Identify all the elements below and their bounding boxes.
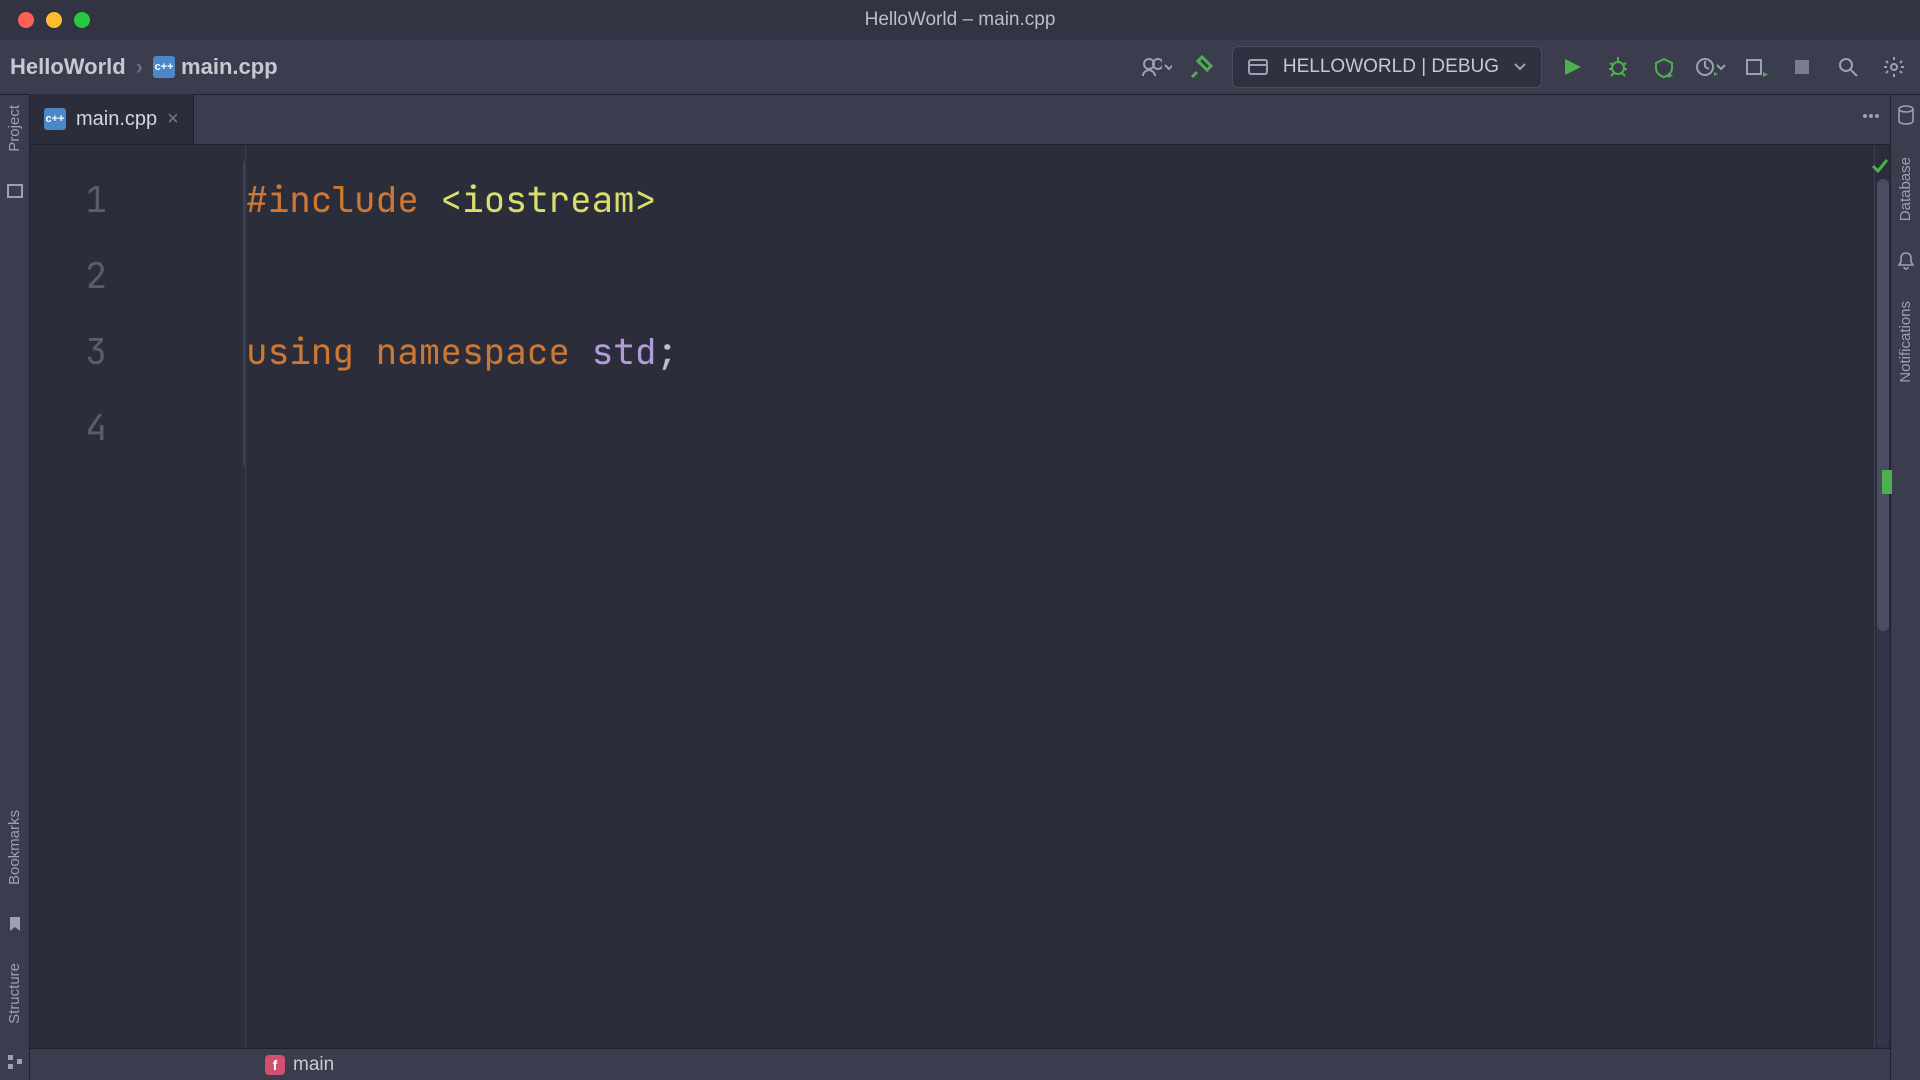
token-plain: ; [656, 327, 678, 375]
cpp-file-icon: c++ [153, 56, 175, 78]
chevron-down-icon [1513, 60, 1527, 74]
attach-button[interactable] [1740, 51, 1772, 83]
toolbar: HelloWorld › c++ main.cpp HELLOWORLD | D… [0, 40, 1920, 95]
inspection-ok-icon[interactable] [1869, 155, 1891, 182]
code-with-me-button[interactable] [1140, 51, 1172, 83]
tool-structure[interactable]: Structure [6, 963, 23, 1024]
structure-icon[interactable] [7, 1054, 23, 1070]
editor[interactable]: 1 2 3 4 #include <iostream> using namespace … [30, 145, 1890, 1048]
titlebar: HelloWorld – main.cpp [0, 0, 1920, 40]
breadcrumb-file: main.cpp [181, 54, 278, 80]
code-line[interactable] [246, 389, 1874, 465]
tool-database[interactable]: Database [1897, 157, 1914, 221]
token-include: #include [246, 175, 440, 223]
tool-notifications[interactable]: Notifications [1897, 301, 1914, 383]
cpp-file-icon: c++ [44, 108, 66, 130]
database-icon[interactable] [1897, 105, 1915, 127]
code-line[interactable]: using namespace std; [246, 313, 1874, 389]
close-tab-button[interactable]: × [167, 108, 179, 131]
crumb-function[interactable]: main [293, 1054, 334, 1076]
profile-button[interactable] [1694, 51, 1726, 83]
debug-button[interactable] [1602, 51, 1634, 83]
breadcrumb-project[interactable]: HelloWorld [10, 54, 126, 80]
window-controls [0, 12, 90, 28]
scrollbar-thumb[interactable] [1877, 179, 1889, 631]
line-number[interactable]: 3 [30, 327, 125, 375]
editor-tab-main[interactable]: c++ main.cpp × [30, 94, 194, 144]
run-config-label: HELLOWORLD | DEBUG [1283, 56, 1499, 78]
gutter-row[interactable]: 4 [30, 389, 245, 465]
token-keyword: namespace [376, 327, 592, 375]
run-button[interactable] [1556, 51, 1588, 83]
token-header: <iostream> [440, 175, 656, 223]
window-title: HelloWorld – main.cpp [865, 9, 1056, 31]
gutter-row[interactable]: 3 [30, 313, 245, 389]
editor-tabs: c++ main.cpp × [30, 95, 1890, 145]
gutter-row[interactable]: 1 [30, 161, 245, 237]
breadcrumb-file-item[interactable]: c++ main.cpp [153, 54, 278, 80]
settings-button[interactable] [1878, 51, 1910, 83]
close-window-button[interactable] [18, 12, 34, 28]
line-number[interactable]: 1 [30, 175, 125, 223]
minimize-window-button[interactable] [46, 12, 62, 28]
token-ns: std [592, 327, 657, 375]
token-keyword: using [246, 327, 376, 375]
vertical-scrollbar[interactable] [1877, 179, 1889, 1048]
code-crumb-bar: f main [30, 1048, 1890, 1080]
application-icon [1247, 56, 1269, 78]
right-tool-rail: Database Notifications [1890, 95, 1920, 1080]
notifications-icon[interactable] [1897, 251, 1915, 271]
coverage-button[interactable] [1648, 51, 1680, 83]
line-number[interactable]: 4 [30, 403, 125, 451]
marker-strip[interactable] [1874, 145, 1890, 1048]
function-icon: f [265, 1055, 285, 1075]
code-line[interactable]: #include <iostream> [246, 161, 1874, 237]
code-area[interactable]: #include <iostream> using namespace std; [245, 145, 1874, 1048]
change-marker[interactable] [1882, 470, 1892, 494]
search-everywhere-button[interactable] [1832, 51, 1864, 83]
breadcrumb: HelloWorld › c++ main.cpp [10, 54, 278, 80]
tab-label: main.cpp [76, 108, 157, 131]
gutter: 1 2 3 4 [30, 145, 245, 1048]
left-tool-rail: Project Bookmarks Structure [0, 95, 30, 1080]
tabs-more-button[interactable] [1862, 107, 1880, 130]
breadcrumb-separator: › [136, 54, 143, 80]
build-button[interactable] [1186, 51, 1218, 83]
stop-button[interactable] [1786, 51, 1818, 83]
gutter-row[interactable]: 2 [30, 237, 245, 313]
tool-project[interactable]: Project [6, 105, 23, 152]
line-number[interactable]: 2 [30, 251, 125, 299]
code-line[interactable] [246, 237, 1874, 313]
bookmark-icon[interactable] [7, 915, 23, 933]
run-configuration-selector[interactable]: HELLOWORLD | DEBUG [1232, 46, 1542, 88]
tool-bookmarks[interactable]: Bookmarks [6, 810, 23, 885]
maximize-window-button[interactable] [74, 12, 90, 28]
project-files-icon[interactable] [6, 182, 24, 200]
